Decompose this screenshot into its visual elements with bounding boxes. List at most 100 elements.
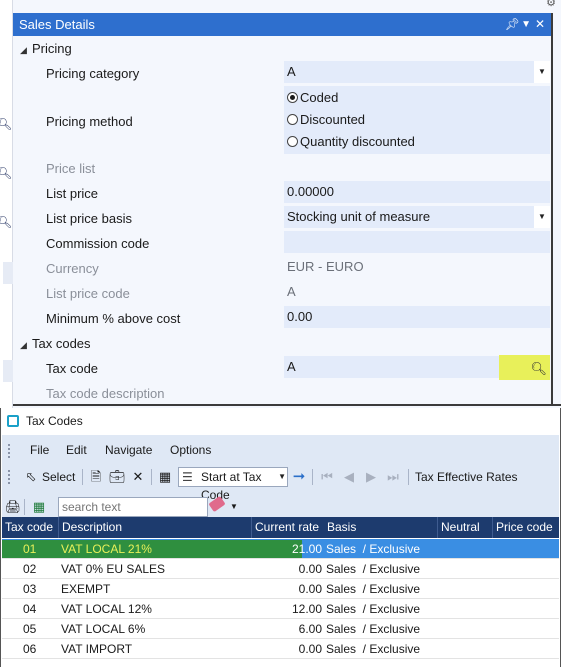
select-button[interactable]: Select xyxy=(42,467,75,487)
chevron-down-icon[interactable]: ▼ xyxy=(230,497,238,517)
currency-value: EUR - EURO xyxy=(287,259,364,274)
separator xyxy=(151,469,152,485)
chevron-down-icon[interactable]: ▼ xyxy=(278,468,286,486)
tax-code-label: Tax code xyxy=(46,361,99,376)
column-header-current-rate[interactable]: Current rate xyxy=(252,517,324,538)
grip-handle[interactable] xyxy=(8,444,11,458)
previous-record-icon[interactable]: ◀ xyxy=(340,467,358,487)
window-title-bar: Tax Codes xyxy=(1,408,560,435)
table-row[interactable]: 01 VAT LOCAL 21% 21.00 Sales / Exclusive xyxy=(2,539,559,559)
cell-tax-code: 04 xyxy=(23,602,37,616)
list-price-basis-field[interactable]: Stocking unit of measure ▼ xyxy=(284,206,550,228)
table-row[interactable]: 05 VAT LOCAL 6% 6.00 Sales / Exclusive xyxy=(2,619,559,639)
search-icon[interactable]: 🔍︎ xyxy=(0,166,12,180)
close-icon[interactable]: ✕ xyxy=(535,13,545,36)
tax-code-field[interactable]: A 🔍︎ xyxy=(284,355,550,380)
column-header-tax-code[interactable]: Tax code xyxy=(2,517,59,538)
delete-icon[interactable]: ✕ xyxy=(129,467,147,487)
column-header-basis[interactable]: Basis xyxy=(324,517,438,538)
separator xyxy=(82,469,83,485)
menu-options[interactable]: Options xyxy=(170,443,211,457)
dropdown-icon[interactable]: ▼ xyxy=(521,13,531,36)
radio-checked-icon[interactable] xyxy=(287,92,298,103)
cell-tax-code: 01 xyxy=(23,542,37,556)
radio-unchecked-icon[interactable] xyxy=(287,114,298,125)
chevron-down-icon[interactable]: ▼ xyxy=(534,206,550,228)
tax-effective-rates-button[interactable]: Tax Effective Rates xyxy=(415,467,518,487)
table-row[interactable]: 02 VAT 0% EU SALES 0.00 Sales / Exclusiv… xyxy=(2,559,559,579)
window-chrome: File Edit Navigate Options ⬁ Select 🗎︎ 💼… xyxy=(2,435,559,525)
cell-basis: Sales / Exclusive xyxy=(326,562,421,576)
list-icon: ☰ xyxy=(182,470,193,484)
window-title: Tax Codes xyxy=(26,414,83,428)
cell-description: EXEMPT xyxy=(61,582,111,596)
column-header-price-code[interactable]: Price code xyxy=(493,517,559,538)
eraser-icon[interactable] xyxy=(208,495,226,513)
cell-basis: Sales / Exclusive xyxy=(326,602,421,616)
new-document-icon[interactable]: 🗎︎ xyxy=(87,467,105,487)
search-icon[interactable]: 🔍︎ xyxy=(530,358,547,380)
left-strip-block xyxy=(3,262,13,284)
commission-code-field[interactable] xyxy=(284,231,550,253)
briefcase-icon[interactable]: 💼︎ xyxy=(108,467,126,487)
cell-current-rate: 0.00 xyxy=(298,642,322,656)
pricing-method-label: Pricing method xyxy=(46,114,133,129)
table-icon[interactable]: ▦ xyxy=(156,467,174,487)
chevron-down-icon[interactable]: ▼ xyxy=(534,61,550,83)
radio-unchecked-icon[interactable] xyxy=(287,136,298,147)
list-price-basis-label: List price basis xyxy=(46,211,132,226)
table-row[interactable]: 03 EXEMPT 0.00 Sales / Exclusive xyxy=(2,579,559,599)
separator xyxy=(24,499,25,515)
start-at-combo[interactable]: ☰ Start at Tax Code ▼ xyxy=(178,467,288,502)
pricing-section-header[interactable]: ◢ Pricing xyxy=(20,41,72,56)
collapse-icon[interactable]: ◢ xyxy=(20,45,32,56)
column-header-neutral[interactable]: Neutral xyxy=(438,517,493,538)
table-row[interactable]: 04 VAT LOCAL 12% 12.00 Sales / Exclusive xyxy=(2,599,559,619)
cell-tax-code: 05 xyxy=(23,622,37,636)
grip-handle[interactable] xyxy=(8,470,11,484)
first-record-icon[interactable]: ⏮ xyxy=(318,467,336,487)
cell-basis: Sales / Exclusive xyxy=(326,642,421,656)
list-price-label: List price xyxy=(46,186,99,201)
cell-basis: Sales / Exclusive xyxy=(326,622,421,636)
menu-file[interactable]: File xyxy=(30,443,49,457)
pricing-category-field[interactable]: A ▼ xyxy=(284,61,550,83)
radio-coded[interactable]: Coded xyxy=(287,88,338,108)
search-toolbar: 🖨︎ ▦ ▼ xyxy=(2,495,559,519)
grid-header: Tax code Description Current rate Basis … xyxy=(2,517,559,538)
cell-description: VAT 0% EU SALES xyxy=(61,562,166,576)
radio-discounted[interactable]: Discounted xyxy=(287,110,365,130)
cell-basis: Sales / Exclusive xyxy=(326,542,421,556)
pin-icon[interactable]: 📌︎ xyxy=(505,13,520,36)
price-list-label: Price list xyxy=(46,161,96,176)
cell-description: VAT LOCAL 6% xyxy=(61,622,146,636)
cell-current-rate: 6.00 xyxy=(298,622,322,636)
tax-codes-window: Tax Codes File Edit Navigate Options ⬁ S… xyxy=(0,408,561,667)
go-arrow-icon[interactable]: ➞ xyxy=(290,467,308,487)
search-input[interactable] xyxy=(58,497,208,517)
menu-edit[interactable]: Edit xyxy=(66,443,87,457)
table-row[interactable]: 06 VAT IMPORT 0.00 Sales / Exclusive xyxy=(2,639,559,659)
min-above-cost-field[interactable]: 0.00 xyxy=(284,306,550,328)
list-price-code-value: A xyxy=(287,284,296,299)
currency-label: Currency xyxy=(46,261,99,276)
tax-code-search-button[interactable]: 🔍︎ xyxy=(499,355,550,380)
cell-description: VAT LOCAL 12% xyxy=(61,602,152,616)
menu-navigate[interactable]: Navigate xyxy=(105,443,152,457)
panel-border xyxy=(551,13,553,406)
gear-icon[interactable]: ⚙ xyxy=(546,0,556,9)
excel-icon[interactable]: ▦ xyxy=(30,497,48,517)
cell-tax-code: 03 xyxy=(23,582,37,596)
print-icon[interactable]: 🖨︎ xyxy=(4,497,22,517)
collapse-icon[interactable]: ◢ xyxy=(20,340,32,351)
search-icon[interactable]: 🔍︎ xyxy=(0,215,12,229)
last-record-icon[interactable]: ⏭ xyxy=(384,467,402,487)
search-icon[interactable]: 🔍︎ xyxy=(0,117,12,131)
tax-codes-section-header[interactable]: ◢ Tax codes xyxy=(20,336,91,351)
radio-quantity-discounted[interactable]: Quantity discounted xyxy=(287,132,415,152)
pointer-icon[interactable]: ⬁ xyxy=(22,467,40,487)
list-price-field[interactable]: 0.00000 xyxy=(284,181,550,203)
next-record-icon[interactable]: ▶ xyxy=(362,467,380,487)
column-header-description[interactable]: Description xyxy=(59,517,252,538)
sales-details-panel: 🔍︎ 🔍︎ 🔍︎ ⚙ Sales Details 📌︎ ▼ ✕ ◢ Pricing… xyxy=(0,0,561,408)
